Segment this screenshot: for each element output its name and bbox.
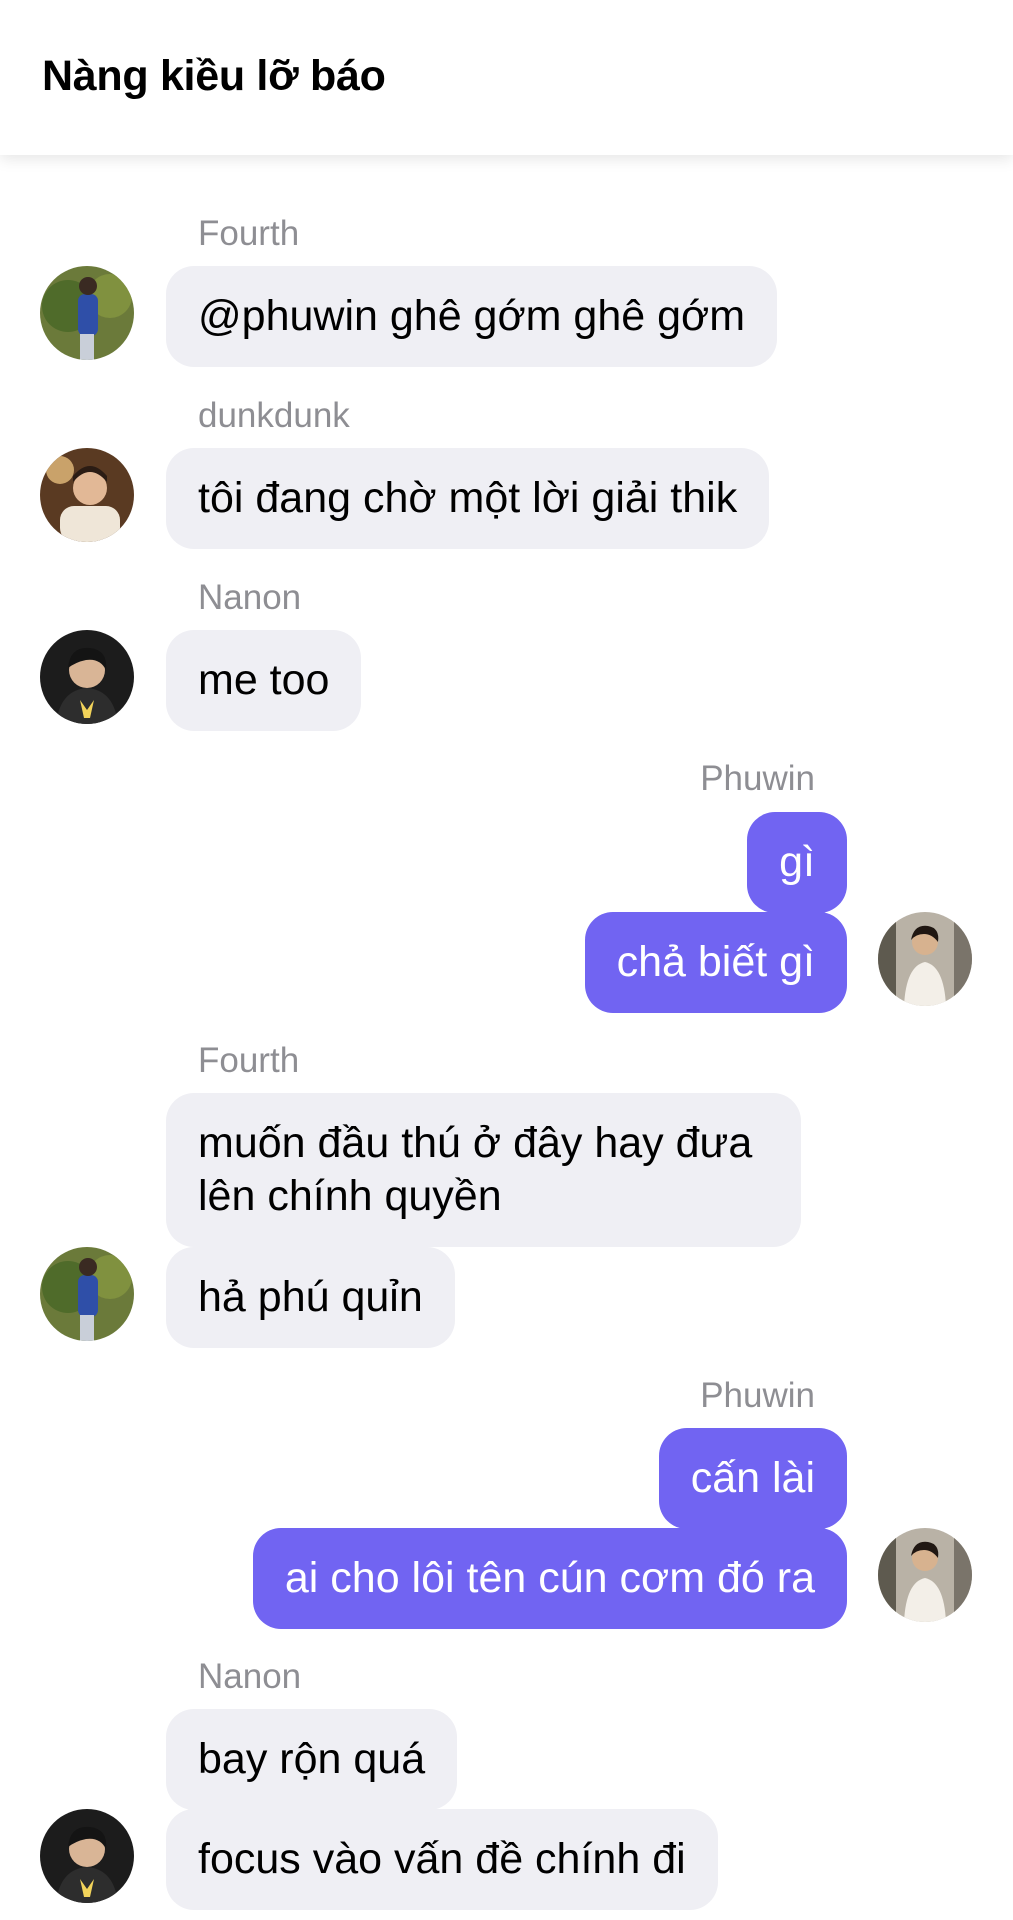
message-bubble[interactable]: tôi đang chờ một lời giải thik — [166, 448, 770, 549]
message-bubble[interactable]: gì — [747, 812, 847, 913]
message-bubble[interactable]: focus vào vấn đề chính đi — [166, 1809, 718, 1910]
avatar-nanon[interactable] — [40, 630, 134, 724]
message-bubble[interactable]: @phuwin ghê gớm ghê gớm — [166, 266, 778, 367]
message-bubble[interactable]: muốn đầu thú ở đây hay đưa lên chính quy… — [166, 1093, 801, 1247]
avatar-dunkdunk[interactable] — [40, 448, 134, 542]
sender-name: Nanon — [198, 578, 302, 617]
message-bubble[interactable]: hả phú quỉn — [166, 1247, 455, 1348]
sender-name: Phuwin — [700, 759, 815, 798]
avatar-phuwin[interactable] — [878, 1528, 972, 1622]
avatar-phuwin[interactable] — [878, 912, 972, 1006]
avatar-fourth[interactable] — [40, 266, 134, 360]
message-bubble[interactable]: me too — [166, 630, 362, 731]
avatar-nanon[interactable] — [40, 1809, 134, 1903]
sender-name: Fourth — [198, 1041, 300, 1080]
sender-name: Nanon — [198, 1657, 302, 1696]
chat-title[interactable]: Nàng kiều lỡ báo — [42, 52, 386, 101]
message-bubble[interactable]: ai cho lôi tên cún cơm đó ra — [252, 1528, 847, 1629]
sender-name: dunkdunk — [198, 396, 350, 435]
avatar-fourth[interactable] — [40, 1247, 134, 1341]
sender-name: Phuwin — [700, 1376, 815, 1415]
sender-name: Fourth — [198, 214, 300, 253]
message-bubble[interactable]: bay rộn quá — [166, 1709, 458, 1810]
message-bubble[interactable]: cấn lài — [658, 1428, 847, 1529]
chat-header: Nàng kiều lỡ báo — [0, 0, 1013, 155]
message-bubble[interactable]: chả biết gì — [584, 912, 847, 1013]
